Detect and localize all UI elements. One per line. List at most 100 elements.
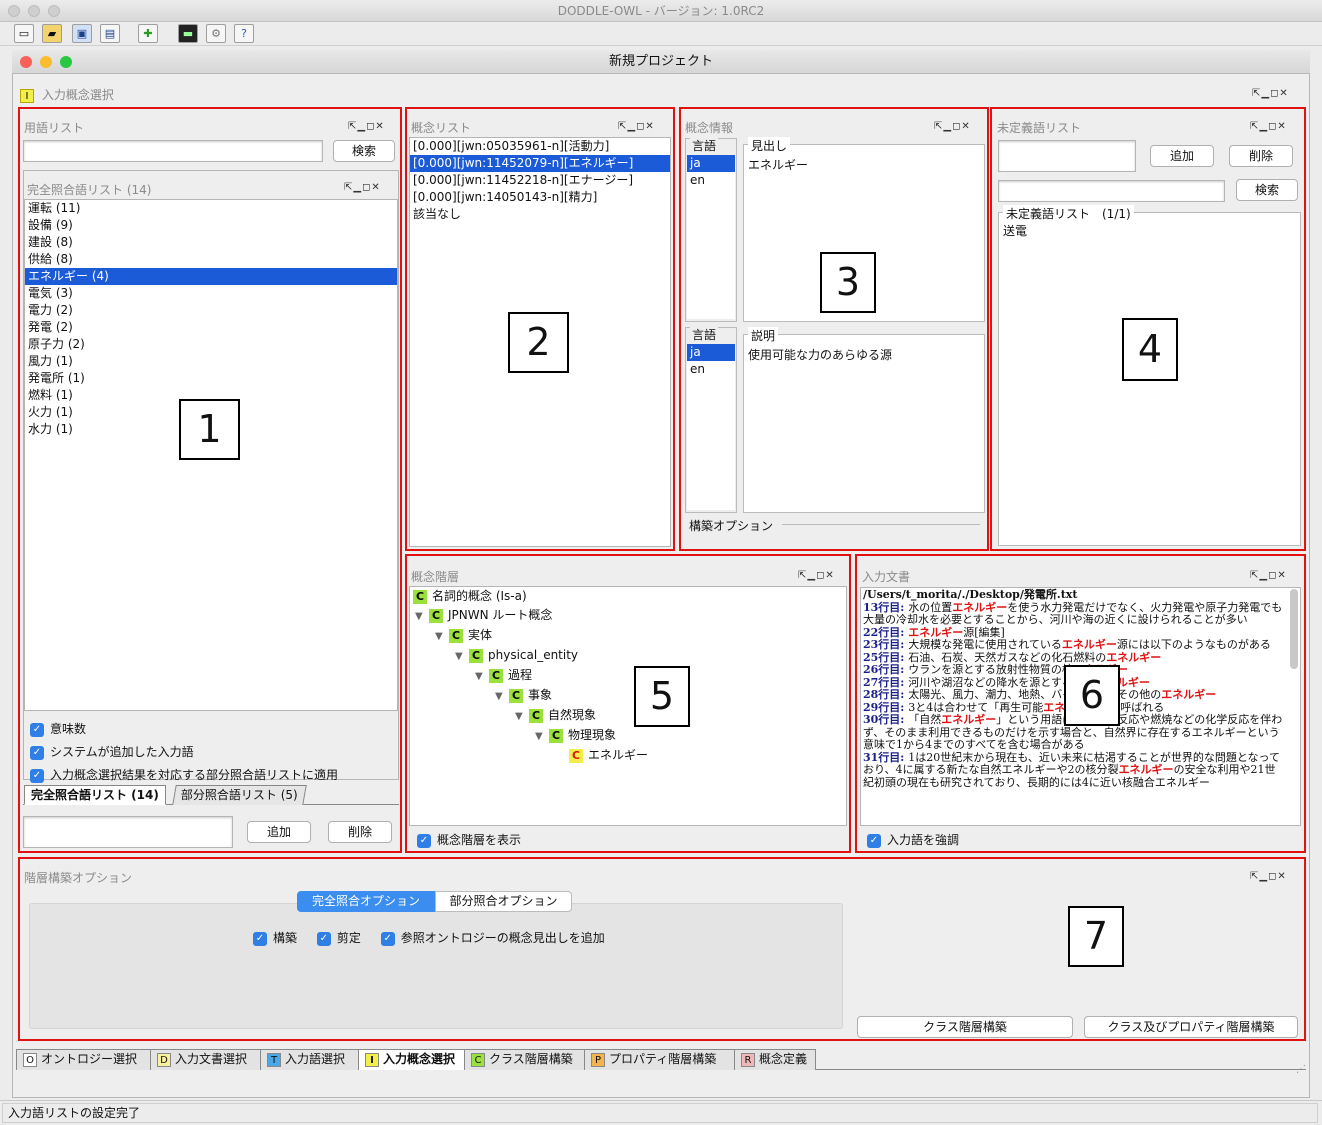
tree-node[interactable]: ▼ C 事象 — [410, 686, 846, 706]
checkbox-meaning-count[interactable]: ✓ 意味数 — [30, 718, 338, 741]
expand-triangle-icon[interactable]: ▼ — [495, 687, 509, 706]
concept-hierarchy-controls-icon[interactable]: ⇱▁◻✕ — [798, 570, 835, 581]
window-zoom-button[interactable] — [60, 56, 72, 68]
list-item[interactable]: [0.000][jwn:14050143-n][精力] — [410, 189, 670, 206]
heading-lang-list[interactable]: ja en — [687, 155, 735, 319]
tab-partial-list[interactable]: 部分照合語リスト (5) — [172, 785, 307, 805]
window-close-button[interactable] — [20, 56, 32, 68]
list-item[interactable]: 原子力 (2) — [25, 336, 397, 353]
expand-triangle-icon[interactable]: ▼ — [535, 727, 549, 746]
list-item[interactable]: 送電 — [1000, 223, 1298, 240]
perspective-tab-label: クラス階層構築 — [489, 1052, 573, 1066]
add-term-button[interactable]: 追加 — [247, 821, 311, 843]
build-class-hierarchy-button[interactable]: クラス階層構築 — [857, 1016, 1073, 1038]
checkbox-highlight-input[interactable]: ✓ 入力語を強調 — [867, 831, 959, 848]
lang-item[interactable]: ja — [687, 344, 735, 361]
perspective-tab-label: 入力語選択 — [285, 1052, 346, 1066]
list-item[interactable]: 発電 (2) — [25, 319, 397, 336]
window-minimize-button[interactable] — [40, 56, 52, 68]
checkbox-prune[interactable]: ✓ 剪定 — [316, 931, 361, 946]
list-item[interactable]: [0.000][jwn:11452079-n][エネルギー] — [410, 155, 670, 172]
list-item[interactable]: 運転 (11) — [25, 200, 397, 217]
tab-partial-options[interactable]: 部分照合オプション — [435, 891, 572, 912]
gear-icon[interactable]: ⚙ — [206, 24, 226, 43]
undefined-word-list[interactable]: 送電 — [1000, 223, 1298, 240]
list-item[interactable]: 風力 (1) — [25, 353, 397, 370]
list-item[interactable]: 発電所 (1) — [25, 370, 397, 387]
hierarchy-options-controls-icon[interactable]: ⇱▁◻✕ — [1250, 871, 1287, 882]
expand-triangle-icon[interactable]: ▼ — [515, 707, 529, 726]
open-folder-icon[interactable]: ▰ — [42, 24, 62, 43]
tree-node[interactable]: ▼ C 自然現象 — [410, 706, 846, 726]
new-file-icon[interactable]: ▭ — [14, 24, 34, 43]
concept-hierarchy-tree[interactable]: C 名詞的概念 (Is-a) ▼ C JPNWN ルート概念 ▼ C 実体 ▼ Cphysi… — [409, 586, 847, 826]
perspective-tab[interactable]: O オントロジー選択 — [16, 1049, 152, 1070]
save-icon[interactable]: ▣ — [72, 24, 92, 43]
add-term-input[interactable] — [23, 816, 233, 848]
build-class-property-hierarchy-button[interactable]: クラス及びプロパティ階層構築 — [1084, 1016, 1298, 1038]
help-icon[interactable]: ? — [234, 24, 254, 43]
list-item[interactable]: 設備 (9) — [25, 217, 397, 234]
minimize-dot[interactable] — [28, 5, 40, 17]
desc-lang-list[interactable]: ja en — [687, 344, 735, 510]
expand-triangle-icon[interactable]: ▼ — [475, 667, 489, 686]
undefined-list-controls-icon[interactable]: ⇱▁◻✕ — [1250, 121, 1287, 132]
lang-item[interactable]: en — [687, 172, 735, 189]
delete-term-button[interactable]: 削除 — [328, 821, 392, 843]
list-item[interactable]: [0.000][jwn:05035961-n][活動力] — [410, 138, 670, 155]
console-icon[interactable]: ▬ — [178, 24, 198, 43]
tree-node[interactable]: ▼ C JPNWN ルート概念 — [410, 606, 846, 626]
tree-node[interactable]: C 名詞的概念 (Is-a) — [410, 587, 846, 606]
zoom-dot[interactable] — [48, 5, 60, 17]
list-item[interactable]: 該当なし — [410, 206, 670, 223]
list-item[interactable]: 供給 (8) — [25, 251, 397, 268]
list-item[interactable]: 建設 (8) — [25, 234, 397, 251]
save-as-icon[interactable]: ▤ — [100, 24, 120, 43]
checkbox-build[interactable]: ✓ 構築 — [253, 931, 297, 946]
plugin-icon[interactable]: ✚ — [138, 24, 158, 43]
tree-node[interactable]: ▼ C 物理現象 — [410, 726, 846, 746]
expand-triangle-icon[interactable]: ▼ — [455, 647, 469, 666]
app-title: DODDLE-OWL - バージョン: 1.0RC2 — [557, 4, 765, 18]
undefined-add-input[interactable] — [998, 140, 1136, 172]
window-controls-icon[interactable]: ⇱▁◻✕ — [1252, 88, 1289, 99]
tree-node[interactable]: ▼ C 実体 — [410, 626, 846, 646]
checkbox-show-hierarchy[interactable]: ✓ 概念階層を表示 — [417, 831, 521, 848]
checkbox-add-ref-heading[interactable]: ✓ 参照オントロジーの概念見出しを追加 — [380, 931, 605, 946]
tree-node-selected[interactable]: C エネルギー — [410, 746, 846, 765]
lang-item[interactable]: en — [687, 361, 735, 378]
tab-exact-options[interactable]: 完全照合オプション — [297, 891, 435, 912]
expand-triangle-icon[interactable]: ▼ — [415, 607, 429, 626]
perspective-tab[interactable]: I 入力概念選択 — [358, 1049, 466, 1070]
tab-exact-list[interactable]: 完全照合語リスト (14) — [24, 785, 166, 805]
term-list-controls-icon[interactable]: ⇱▁◻✕ — [348, 121, 385, 132]
checkbox-system-added[interactable]: ✓ システムが追加した入力語 — [30, 741, 338, 764]
document-scrollbar[interactable] — [1290, 589, 1298, 669]
lang-item[interactable]: ja — [687, 155, 735, 172]
term-search-input[interactable] — [23, 140, 323, 162]
tree-node[interactable]: ▼ C 過程 — [410, 666, 846, 686]
term-search-button[interactable]: 検索 — [333, 140, 395, 162]
input-document-controls-icon[interactable]: ⇱▁◻✕ — [1250, 570, 1287, 581]
list-item[interactable]: [0.000][jwn:11452218-n][エナージー] — [410, 172, 670, 189]
perspective-tab[interactable]: C クラス階層構築 — [464, 1049, 586, 1070]
perspective-tab[interactable]: R 概念定義 — [734, 1049, 816, 1070]
undefined-search-button[interactable]: 検索 — [1236, 179, 1298, 201]
concept-info-controls-icon[interactable]: ⇱▁◻✕ — [934, 121, 971, 132]
list-item[interactable]: エネルギー (4) — [25, 268, 397, 285]
concept-list-controls-icon[interactable]: ⇱▁◻✕ — [618, 121, 655, 132]
undefined-add-button[interactable]: 追加 — [1150, 145, 1214, 167]
checkbox-apply-partial[interactable]: ✓ 入力概念選択結果を対応する部分照合語リストに適用 — [30, 764, 338, 787]
expand-triangle-icon[interactable]: ▼ — [435, 627, 449, 646]
list-item[interactable]: 電気 (3) — [25, 285, 397, 302]
perspective-tab[interactable]: D 入力文書選択 — [150, 1049, 262, 1070]
list-item[interactable]: 電力 (2) — [25, 302, 397, 319]
resize-grip-icon[interactable]: ⋰ — [1296, 1064, 1306, 1075]
undefined-search-input[interactable] — [998, 180, 1225, 202]
tree-node[interactable]: ▼ Cphysical_entity — [410, 646, 846, 666]
perspective-tab[interactable]: T 入力語選択 — [260, 1049, 360, 1070]
close-dot[interactable] — [8, 5, 20, 17]
perspective-tab[interactable]: P プロパティ階層構築 — [584, 1049, 736, 1070]
exact-list-controls-icon[interactable]: ⇱▁◻✕ — [344, 182, 381, 193]
undefined-delete-button[interactable]: 削除 — [1229, 145, 1293, 167]
